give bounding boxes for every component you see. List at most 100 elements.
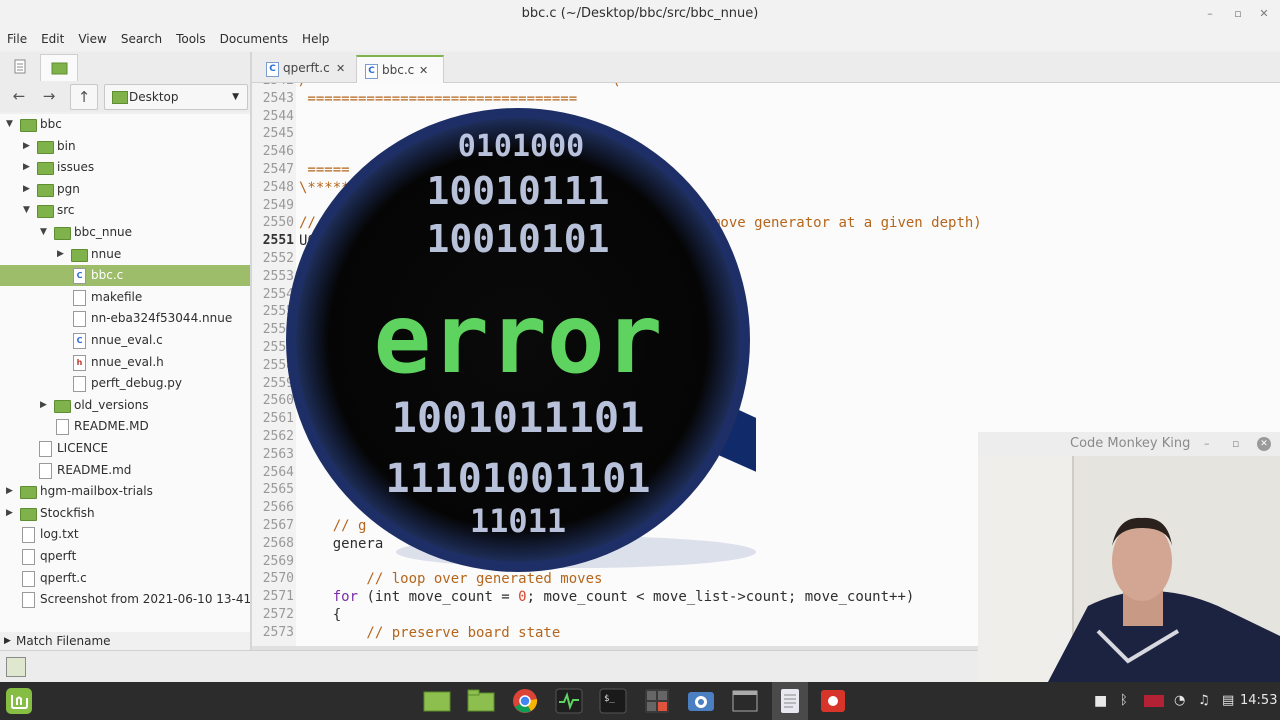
folder-icon — [20, 486, 37, 500]
c-file-icon: C — [73, 333, 86, 349]
webcam-titlebar: Code Monkey King – ▫ ✕ — [978, 432, 1280, 456]
tree-row-nnue-eval-c[interactable]: Cnnue_eval.c — [0, 330, 250, 351]
text-editor-icon[interactable] — [775, 687, 805, 715]
tree-row-old-versions[interactable]: ▶ old_versions — [0, 395, 250, 416]
window-icon[interactable] — [730, 687, 760, 715]
terminal-icon[interactable]: $_ — [598, 687, 628, 715]
tree-row-nnue[interactable]: ▶ nnue — [0, 244, 250, 265]
tree-row-qperft[interactable]: qperft — [0, 546, 250, 567]
minimize-icon[interactable]: – — [1204, 432, 1210, 456]
clipboard-icon[interactable]: ▤ — [1222, 682, 1234, 720]
expanded-arrow-icon[interactable]: ▼ — [23, 200, 33, 221]
menu-search[interactable]: Search — [114, 28, 169, 50]
bluetooth-icon[interactable]: ᛒ — [1120, 682, 1128, 720]
tree-row-makefile[interactable]: makefile — [0, 287, 250, 308]
tree-row-pgn[interactable]: ▶ pgn — [0, 179, 250, 200]
side-panel-toggle-icon[interactable] — [6, 657, 26, 677]
file-browser-tab[interactable] — [40, 54, 78, 81]
location-dropdown[interactable]: Desktop ▼ — [104, 84, 248, 110]
tree-row-readme-md[interactable]: README.md — [0, 460, 250, 481]
keyboard-layout-flag-icon[interactable] — [1144, 695, 1164, 707]
code-line[interactable]: for (int move_count = 0; move_count < mo… — [299, 589, 915, 605]
menu-file[interactable]: File — [0, 28, 34, 50]
menu-documents[interactable]: Documents — [213, 28, 295, 50]
menu-edit[interactable]: Edit — [34, 28, 71, 50]
folder-icon — [54, 227, 71, 240]
menu-view[interactable]: View — [71, 28, 113, 50]
code-line[interactable]: { — [299, 607, 341, 623]
collapsed-arrow-icon[interactable]: ▶ — [40, 395, 50, 416]
folder-icon — [20, 119, 37, 132]
tree-row-readme-md[interactable]: README.MD — [0, 416, 250, 437]
forward-arrow-icon[interactable]: → — [36, 84, 62, 108]
folder-icon — [37, 183, 54, 197]
camera-tray-icon[interactable]: ■ — [1094, 682, 1107, 720]
expanded-arrow-icon[interactable]: ▼ — [40, 222, 50, 243]
system-monitor-icon[interactable] — [554, 687, 584, 715]
tab-qperft[interactable]: C qperft.c ✕ — [258, 55, 354, 82]
tree-row-issues[interactable]: ▶ issues — [0, 157, 250, 178]
maximize-icon[interactable]: ▫ — [1226, 0, 1250, 28]
file-icon — [22, 549, 35, 565]
webcam-window: Code Monkey King – ▫ ✕ — [978, 432, 1280, 682]
up-arrow-icon[interactable]: ↑ — [70, 84, 98, 110]
collapsed-arrow-icon[interactable]: ▶ — [23, 179, 33, 200]
code-line[interactable]: // preserve board state — [299, 625, 560, 641]
tree-row-bbc-nnue[interactable]: ▼ bbc_nnue — [0, 222, 250, 243]
menu-help[interactable]: Help — [295, 28, 336, 50]
collapsed-arrow-icon[interactable]: ▶ — [23, 157, 33, 178]
network-icon[interactable]: ◔ — [1174, 682, 1185, 720]
simplescreenrecorder-icon[interactable] — [818, 687, 848, 715]
tab-bbc[interactable]: C bbc.c ✕ — [356, 55, 444, 84]
tree-row-licence[interactable]: LICENCE — [0, 438, 250, 459]
menu-tools[interactable]: Tools — [169, 28, 213, 50]
chrome-icon[interactable] — [510, 687, 540, 715]
tree-row-src[interactable]: ▼ src — [0, 200, 250, 221]
collapsed-arrow-icon[interactable]: ▶ — [23, 136, 33, 157]
tree-row-label: src — [57, 203, 75, 218]
minimize-icon[interactable]: – — [1198, 0, 1222, 28]
close-icon[interactable]: ✕ — [1252, 0, 1276, 28]
back-arrow-icon[interactable]: ← — [6, 84, 32, 108]
collapsed-arrow-icon[interactable]: ▶ — [6, 481, 16, 502]
collapsed-arrow-icon[interactable]: ▶ — [6, 503, 16, 524]
side-panel-tabs — [0, 52, 250, 83]
tree-row-log-txt[interactable]: log.txt — [0, 524, 250, 545]
tree-row-label: pgn — [57, 181, 80, 196]
tree-row-nnue-eval-h[interactable]: h nnue_eval.h — [0, 352, 250, 373]
tree-row-screenshot-from-2021-06-10-13-41-04-png[interactable]: Screenshot from 2021-06-10 13-41-04.png — [0, 589, 250, 610]
folder-icon — [112, 91, 128, 104]
line-number: 2572 — [262, 607, 294, 622]
tree-row-bin[interactable]: ▶ bin — [0, 136, 250, 157]
collapsed-arrow-icon[interactable]: ▶ — [57, 244, 67, 265]
tree-row-qperft-c[interactable]: qperft.c — [0, 568, 250, 589]
screenshot-icon[interactable] — [686, 687, 716, 715]
folder-icon — [54, 399, 71, 413]
files-icon[interactable] — [466, 687, 496, 715]
maximize-icon[interactable]: ▫ — [1232, 432, 1239, 456]
show-desktop-icon[interactable] — [422, 687, 452, 715]
folder-icon — [71, 248, 88, 262]
tree-row-label: bin — [57, 138, 76, 153]
close-icon[interactable]: ✕ — [1257, 437, 1271, 451]
close-icon[interactable]: ✕ — [336, 55, 345, 82]
calculator-icon[interactable] — [642, 687, 672, 715]
tree-row-stockfish[interactable]: ▶ Stockfish — [0, 503, 250, 524]
documents-tab[interactable] — [2, 54, 38, 80]
window-titlebar: bbc.c (~/Desktop/bbc/src/bbc_nnue) – ▫ ✕ — [0, 0, 1280, 28]
chevron-down-icon: ▼ — [232, 92, 239, 102]
close-icon[interactable]: ✕ — [419, 57, 428, 84]
tree-row-hgm-mailbox-trials[interactable]: ▶ hgm-mailbox-trials — [0, 481, 250, 502]
sound-icon[interactable]: ♫ — [1198, 682, 1210, 720]
tree-row-label: README.MD — [74, 419, 149, 434]
tree-row-nn-eba324f53044-nnue[interactable]: nn-eba324f53044.nnue — [0, 308, 250, 329]
match-filename-row[interactable]: ▶ Match Filename — [0, 632, 250, 650]
mint-menu-icon[interactable] — [4, 687, 34, 715]
tree-row-label: makefile — [91, 289, 143, 304]
clock[interactable]: 14:53 — [1240, 682, 1277, 720]
tree-row-bbc-c[interactable]: Cbbc.c — [0, 265, 250, 287]
tree-row-bbc[interactable]: ▼ bbc — [0, 114, 250, 135]
expanded-arrow-icon[interactable]: ▼ — [6, 114, 16, 135]
code-line[interactable]: /************************************\ — [299, 83, 619, 89]
tree-row-perft-debug-py[interactable]: perft_debug.py — [0, 373, 250, 394]
